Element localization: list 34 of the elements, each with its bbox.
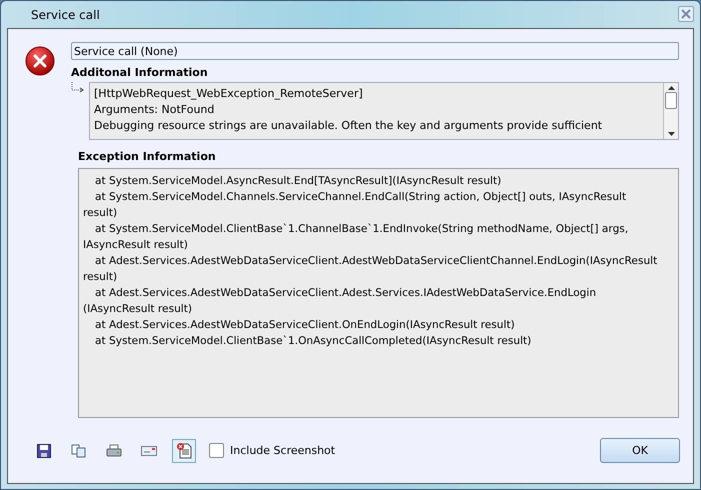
stack-trace-line: at Adest.Services.AdestWebDataServiceClient.Adest.Services.IAdestWebDataService.EndLogin	[94, 286, 598, 301]
stack-trace-line: at Adest.Services.AdestWebDataServiceClient.AdestWebDataServiceClientChannel.EndLogin(IAsyncResult	[94, 254, 658, 269]
error-report-button[interactable]	[172, 438, 196, 462]
error-icon	[25, 46, 55, 76]
stack-trace-line: at System.ServiceModel.ClientBase`1.ChannelBase`1.EndInvoke(String methodName, Object[] args,	[94, 222, 630, 237]
info-line: Debugging resource strings are unavailable. Often the key and arguments provide sufficient	[94, 118, 604, 134]
down-arrow-icon	[668, 132, 674, 136]
envelope-icon	[141, 444, 157, 456]
info-line: Arguments: NotFound	[94, 102, 216, 118]
stack-trace-line: at System.ServiceModel.ClientBase`1.OnAsyncCallCompleted(IAsyncResult result)	[94, 334, 532, 349]
scroll-thumb[interactable]	[665, 92, 677, 109]
stack-trace-line: result)	[83, 206, 118, 221]
dotted-arrow-icon	[71, 82, 85, 94]
stack-trace-line: result)	[83, 270, 118, 285]
window-title: Service call	[30, 8, 100, 22]
stack-trace-line: IAsyncResult result)	[83, 238, 189, 253]
stack-trace-line: (IAsyncResult result)	[83, 302, 194, 317]
message-field[interactable]: Service call (None)	[71, 42, 679, 60]
section-heading: Exception Information	[78, 150, 217, 163]
ok-button[interactable]: OK	[600, 438, 680, 463]
close-button[interactable]	[678, 6, 694, 22]
close-icon	[681, 8, 691, 18]
scrollbar[interactable]	[663, 83, 678, 139]
stack-trace-line: at Adest.Services.AdestWebDataServiceClient.OnEndLogin(IAsyncResult result)	[94, 318, 516, 333]
up-arrow-icon	[668, 86, 674, 90]
checkbox-label: Include Screenshot	[230, 444, 336, 457]
printer-icon	[106, 444, 122, 458]
section-heading: Additonal Information	[71, 66, 209, 79]
info-line: [HttpWebRequest_WebException_RemoteServer]	[94, 86, 364, 102]
stack-trace-line: at System.ServiceModel.AsyncResult.End[TAsyncResult](IAsyncResult result)	[94, 174, 502, 189]
checkbox[interactable]	[209, 443, 224, 458]
copy-icon	[71, 444, 87, 458]
document-error-icon	[176, 442, 192, 459]
stack-trace-line: at System.ServiceModel.Channels.ServiceChannel.EndCall(String action, Object[] outs, IAsyncResult	[94, 190, 628, 205]
